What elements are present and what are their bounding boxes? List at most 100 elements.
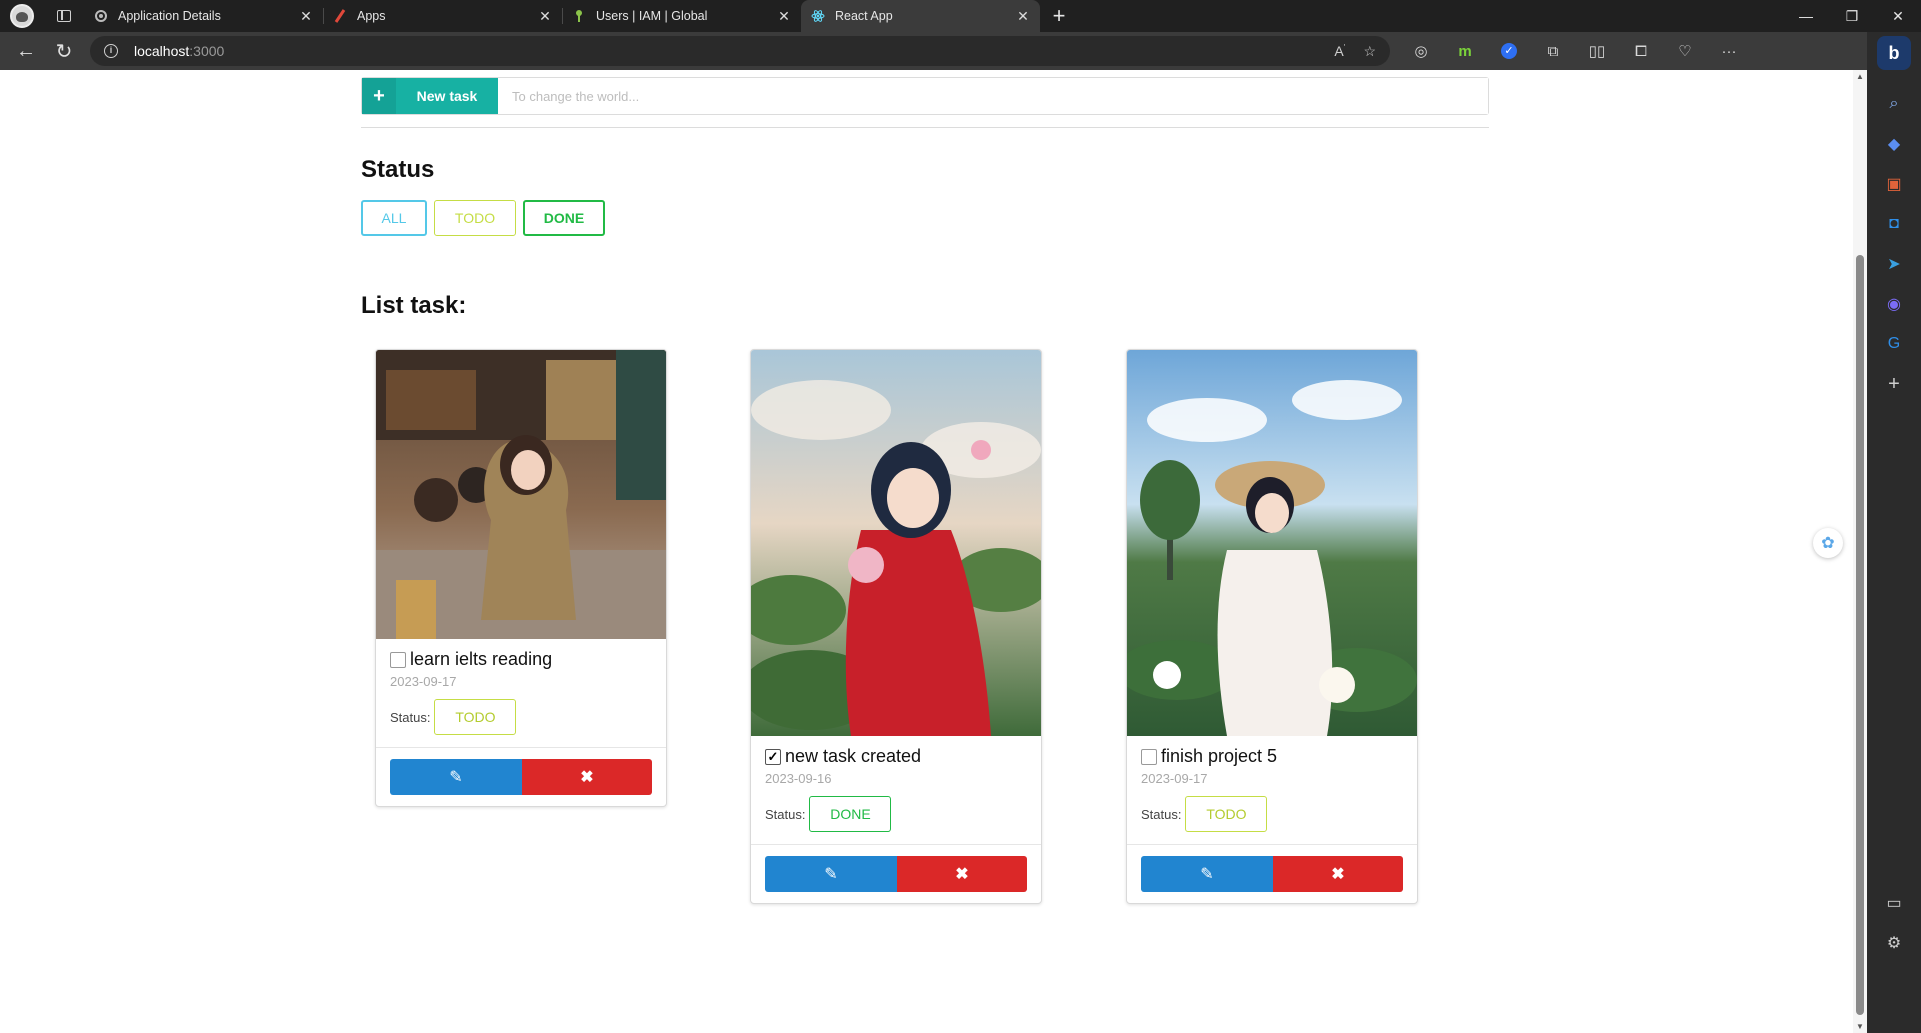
extension-m-icon[interactable]: m	[1448, 36, 1482, 66]
task-card: learn ielts reading 2023-09-17 Status: T…	[375, 349, 667, 807]
new-task-button[interactable]: + New task	[362, 78, 498, 114]
extensions-puzzle-icon[interactable]: ⧉	[1536, 36, 1570, 66]
messenger-icon[interactable]: ◉	[1867, 284, 1921, 324]
scrollbar-thumb[interactable]	[1856, 255, 1864, 1015]
refresh-icon[interactable]: ↻	[46, 36, 82, 66]
close-tab-icon[interactable]: ✕	[297, 7, 315, 25]
filter-done-button[interactable]: DONE	[523, 200, 605, 236]
add-sidebar-icon[interactable]: +	[1867, 364, 1921, 404]
split-screen-icon[interactable]: ▯▯	[1580, 36, 1614, 66]
task-date: 2023-09-16	[765, 771, 832, 786]
close-tab-icon[interactable]: ✕	[775, 7, 793, 25]
key-icon	[572, 9, 586, 23]
minimize-icon[interactable]: —	[1783, 0, 1829, 32]
status-label: Status:	[1141, 806, 1182, 822]
task-card-actions: ✎ ✖	[376, 747, 666, 806]
close-x-icon: ✖	[955, 866, 969, 883]
delete-task-button[interactable]: ✖	[897, 856, 1027, 892]
browser-tab-apps[interactable]: Apps ✕	[323, 0, 562, 32]
grammarly-icon[interactable]: G	[1867, 324, 1921, 364]
back-arrow-icon[interactable]: ←	[8, 36, 44, 66]
filter-all-button[interactable]: ALL	[361, 200, 427, 236]
edit-task-button[interactable]: ✎	[765, 856, 897, 892]
window-controls: — ❐ ✕	[1783, 0, 1921, 32]
edit-task-button[interactable]: ✎	[390, 759, 522, 795]
task-date: 2023-09-17	[390, 674, 457, 689]
task-done-checkbox[interactable]	[390, 651, 406, 668]
browser-tab-application-details[interactable]: Application Details ✕	[84, 0, 323, 32]
send-icon[interactable]: ➤	[1867, 244, 1921, 284]
status-heading: Status	[361, 156, 435, 183]
status-filter-group: ALL TODO DONE	[361, 200, 605, 236]
close-x-icon: ✖	[580, 769, 594, 786]
task-card-content: ✓ new task created 2023-09-16 Status: DO…	[751, 736, 1041, 844]
delete-task-button[interactable]: ✖	[1273, 856, 1403, 892]
status-label: Status:	[765, 806, 806, 822]
delete-task-button[interactable]: ✖	[522, 759, 652, 795]
settings-gear-icon[interactable]: ⚙	[1867, 923, 1921, 963]
task-card-actions: ✎ ✖	[751, 844, 1041, 903]
new-tab-icon[interactable]: +	[1044, 2, 1074, 32]
status-badge: DONE	[809, 796, 892, 832]
tracking-prevention-icon[interactable]: ◎	[1404, 36, 1438, 66]
slash-icon	[333, 9, 347, 23]
profile-avatar[interactable]	[10, 4, 34, 28]
react-icon	[811, 9, 825, 23]
browser-address-bar: ← ↻ i localhost:3000 Aʼ ☆ ◎ m ✓ ⧉ ▯▯ ⧠ ♡…	[0, 32, 1921, 70]
tab-actions-menu-icon[interactable]	[52, 4, 76, 28]
floating-ai-assistant-icon[interactable]: ✿	[1813, 528, 1843, 558]
task-title: learn ielts reading	[410, 649, 553, 669]
shopping-tag-icon[interactable]: ◆	[1867, 124, 1921, 164]
edit-task-button[interactable]: ✎	[1141, 856, 1273, 892]
task-done-checkbox[interactable]: ✓	[765, 748, 781, 765]
gear-icon	[94, 9, 108, 23]
task-card-actions: ✎ ✖	[1127, 844, 1417, 903]
plus-icon: +	[362, 78, 396, 114]
extension-check-icon[interactable]: ✓	[1492, 36, 1526, 66]
task-card: finish project 5 2023-09-17 Status: TODO…	[1126, 349, 1418, 904]
pencil-icon: ✎	[449, 769, 463, 786]
restore-icon[interactable]: ❐	[1829, 0, 1875, 32]
hide-sidebar-icon[interactable]: ▭	[1867, 883, 1921, 923]
tab-title: React App	[835, 9, 893, 23]
pencil-icon: ✎	[824, 866, 838, 883]
url-field[interactable]: i localhost:3000 Aʼ ☆	[90, 36, 1390, 66]
list-task-heading: List task:	[361, 292, 467, 319]
react-app-page: + New task Status ALL TODO DONE List tas…	[0, 70, 1853, 1033]
tab-title: Users | IAM | Global	[596, 9, 708, 23]
status-badge: TODO	[434, 699, 517, 735]
search-icon[interactable]: ⌕	[1867, 84, 1921, 124]
browser-tab-react-app[interactable]: React App ✕	[801, 0, 1040, 32]
browser-essentials-icon[interactable]: ♡	[1668, 36, 1702, 66]
new-task-input[interactable]	[498, 78, 1488, 114]
task-card-content: finish project 5 2023-09-17 Status: TODO	[1127, 736, 1417, 844]
new-task-form: + New task	[361, 77, 1489, 115]
task-card: ✓ new task created 2023-09-16 Status: DO…	[750, 349, 1042, 904]
pencil-icon: ✎	[1200, 866, 1214, 883]
task-done-checkbox[interactable]	[1141, 748, 1157, 765]
more-menu-icon[interactable]: ···	[1712, 36, 1746, 66]
tab-title: Apps	[357, 9, 386, 23]
collections-icon[interactable]: ⧠	[1624, 36, 1658, 66]
task-title: finish project 5	[1161, 746, 1278, 766]
close-tab-icon[interactable]: ✕	[1014, 7, 1032, 25]
tab-title: Application Details	[118, 9, 221, 23]
status-badge: TODO	[1185, 796, 1268, 832]
filter-todo-button[interactable]: TODO	[434, 200, 516, 236]
close-window-icon[interactable]: ✕	[1875, 0, 1921, 32]
favorite-star-icon[interactable]: ☆	[1363, 43, 1376, 60]
scroll-up-arrow-icon[interactable]: ▲	[1855, 72, 1865, 81]
page-scrollbar[interactable]: ▲ ▼	[1853, 70, 1867, 1033]
task-image-girl-in-white-dress	[1127, 350, 1417, 736]
site-info-icon[interactable]: i	[104, 44, 118, 58]
task-title: new task created	[785, 746, 922, 766]
read-aloud-icon[interactable]: Aʼ	[1334, 43, 1345, 60]
outlook-icon[interactable]: ◘	[1867, 204, 1921, 244]
browser-tab-iam-users[interactable]: Users | IAM | Global ✕	[562, 0, 801, 32]
browser-toolbar: ◎ m ✓ ⧉ ▯▯ ⧠ ♡ ···	[1404, 36, 1746, 66]
close-tab-icon[interactable]: ✕	[536, 7, 554, 25]
copilot-bing-icon[interactable]: b	[1877, 36, 1911, 70]
close-x-icon: ✖	[1331, 866, 1345, 883]
scroll-down-arrow-icon[interactable]: ▼	[1855, 1022, 1865, 1031]
tools-briefcase-icon[interactable]: ▣	[1867, 164, 1921, 204]
